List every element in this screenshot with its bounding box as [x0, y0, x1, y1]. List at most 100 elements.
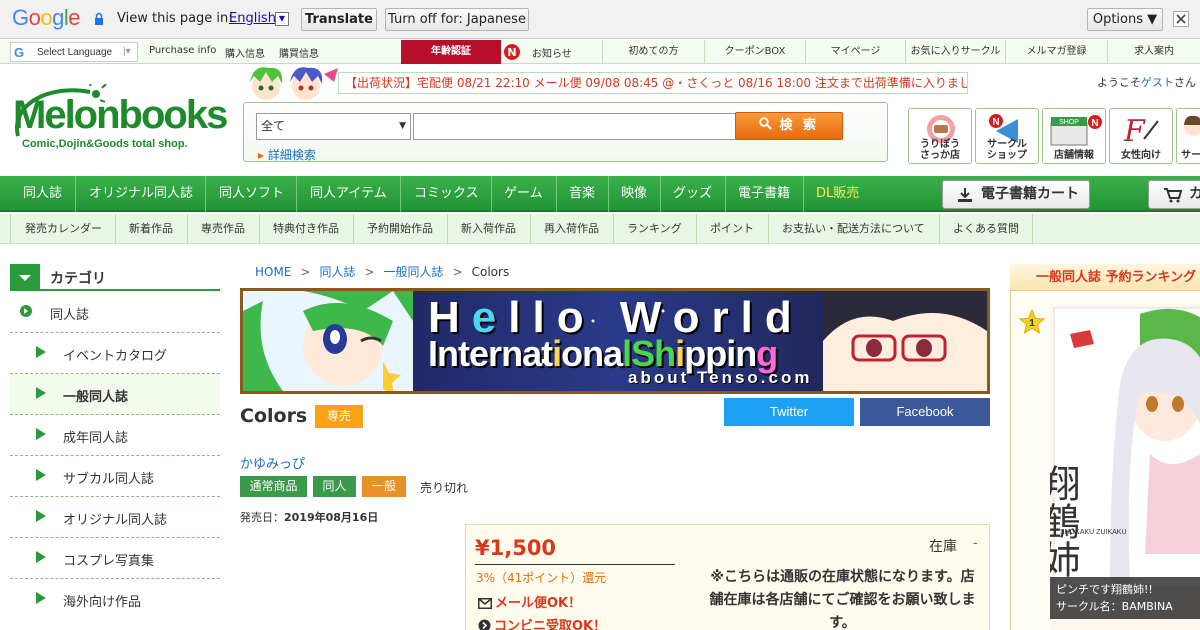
more-button[interactable]: サー	[1176, 108, 1200, 164]
nav-dl-sale[interactable]: DL販売	[803, 176, 873, 212]
price-divider	[475, 564, 675, 565]
google-g-icon: G	[14, 45, 25, 60]
ranking-item-title: ピンチです翔鶴姉!!	[1056, 583, 1153, 596]
mail-ok-text: メール便OK！	[478, 592, 581, 611]
guest-link[interactable]: ゲスト	[1141, 76, 1174, 89]
language-dropdown-icon[interactable]: ▼	[275, 12, 289, 26]
new-badge: N	[503, 43, 521, 61]
search-category-select[interactable]: 全て ▼	[256, 113, 411, 140]
translate-bar: Google View this page in: English ▼ Tran…	[0, 0, 1200, 39]
stock-value: -	[973, 536, 978, 551]
subnav-restock[interactable]: 再入荷作品	[530, 214, 599, 244]
subnav-faq[interactable]: よくある質問	[939, 214, 1019, 244]
category-header[interactable]: カテゴリ	[10, 264, 220, 291]
language-link[interactable]: English	[229, 11, 276, 26]
banner-about-text: about Tenso.com	[628, 368, 813, 387]
cart-icon	[1164, 188, 1183, 203]
turn-off-button[interactable]: Turn off for: Japanese	[385, 8, 529, 31]
category-item-cosplay[interactable]: コスプレ写真集	[10, 538, 220, 579]
circle-shop-button[interactable]: N サークル ショップ	[975, 108, 1039, 164]
category-item-subculture[interactable]: サブカル同人誌	[10, 456, 220, 497]
subnav-payment-shipping[interactable]: お支払い・配送方法について	[768, 214, 925, 244]
nav-original-doujinshi[interactable]: オリジナル同人誌	[75, 176, 205, 212]
breadcrumb: HOME > 同人誌 > 一般同人誌 > Colors	[255, 265, 510, 279]
search-input[interactable]	[413, 113, 736, 140]
nav-music[interactable]: 音楽	[556, 176, 608, 212]
nav-doujinshi[interactable]: 同人誌	[10, 176, 75, 212]
chevron-down-icon: ▼	[399, 121, 406, 131]
subnav-new-works[interactable]: 新着作品	[115, 214, 173, 244]
ebook-cart-button[interactable]: 電子書籍カート	[942, 180, 1090, 209]
chevron-down-icon: |▾	[123, 46, 131, 57]
subnav-ranking[interactable]: ランキング	[613, 214, 682, 244]
close-icon[interactable]	[1173, 11, 1189, 27]
select-language-dropdown[interactable]: G Select Language |▾	[10, 42, 138, 62]
coupon-box-link[interactable]: クーポンBOX	[704, 40, 805, 64]
my-page-link[interactable]: マイページ	[805, 40, 905, 64]
subnav-points[interactable]: ポイント	[696, 214, 754, 244]
facebook-share-button[interactable]: Facebook	[860, 398, 990, 426]
nav-doujin-item[interactable]: 同人アイテム	[296, 176, 400, 212]
subnav-bonus[interactable]: 特典付き作品	[259, 214, 339, 244]
nav-game[interactable]: ゲーム	[491, 176, 556, 212]
arrow-circle-icon	[478, 619, 491, 630]
age-verify-button[interactable]: 年齢認証	[401, 40, 501, 64]
triangle-right-icon	[36, 551, 46, 563]
purchase-info-link[interactable]: Purchase info	[149, 45, 216, 56]
female-oriented-button[interactable]: F 女性向け	[1109, 108, 1173, 164]
uribou-shop-button[interactable]: うりぼう さっか店	[908, 108, 972, 164]
tag-normal-item[interactable]: 通常商品	[240, 476, 307, 497]
category-item-overseas[interactable]: 海外向け作品	[10, 579, 220, 620]
breadcrumb-general[interactable]: 一般同人誌	[384, 265, 444, 279]
nav-comics[interactable]: コミックス	[400, 176, 491, 212]
nav-goods[interactable]: グッズ	[660, 176, 725, 212]
circle-name-link[interactable]: かゆみっぴ	[240, 453, 305, 472]
favorite-circle-link[interactable]: お気に入りサークル	[905, 40, 1005, 64]
subnav-calendar[interactable]: 発売カレンダー	[10, 214, 102, 244]
nav-doujin-soft[interactable]: 同人ソフト	[205, 176, 296, 212]
rank-star-icon: 1	[1019, 309, 1045, 335]
nav-ebook[interactable]: 電子書籍	[725, 176, 803, 212]
nav-video[interactable]: 映像	[608, 176, 660, 212]
translate-button[interactable]: Translate	[301, 8, 377, 31]
search-icon	[759, 117, 772, 130]
twitter-share-button[interactable]: Twitter	[724, 398, 854, 426]
breadcrumb-doujinshi[interactable]: 同人誌	[319, 265, 355, 279]
jobs-link[interactable]: 求人案内	[1107, 40, 1200, 64]
product-title: Colors	[240, 405, 308, 427]
tag-doujin[interactable]: 同人	[313, 476, 356, 497]
subnav-new-arrival[interactable]: 新入荷作品	[447, 214, 516, 244]
cart-button[interactable]: カ	[1148, 180, 1200, 209]
category-item-original[interactable]: オリジナル同人誌	[10, 497, 220, 538]
international-shipping-banner[interactable]: Hello World InternationalShipping about …	[240, 288, 990, 394]
ranking-caption[interactable]: ピンチです翔鶴姉!! サークル名：BAMBINA	[1050, 577, 1200, 619]
store-info-icon: SHOP N	[1050, 115, 1102, 146]
store-info-button[interactable]: SHOP N 店舗情報	[1042, 108, 1106, 164]
svg-text:SHOP: SHOP	[1059, 119, 1079, 126]
breadcrumb-home[interactable]: HOME	[255, 265, 291, 279]
tag-general[interactable]: 一般	[362, 476, 406, 497]
subnav-exclusive[interactable]: 専売作品	[187, 214, 245, 244]
category-item-event-catalog[interactable]: イベントカタログ	[10, 333, 220, 374]
first-time-link[interactable]: 初めての方	[602, 40, 704, 64]
breadcrumb-current: Colors	[471, 265, 510, 279]
ranking-title[interactable]: 一般同人誌 予約ランキング	[1010, 264, 1200, 291]
category-item-general-doujinshi[interactable]: 一般同人誌	[10, 374, 220, 415]
ranking-item-circle: サークル名：BAMBINA	[1056, 600, 1173, 613]
sold-out-status: 売り切れ	[420, 481, 469, 495]
notice-link[interactable]: お知らせ	[532, 45, 572, 60]
release-date: 発売日：2019年08月16日	[240, 511, 379, 524]
options-button[interactable]: Options ▼	[1087, 8, 1163, 31]
subnav-preorder-start[interactable]: 予約開始作品	[353, 214, 433, 244]
category-item-doujinshi[interactable]: 同人誌	[10, 292, 220, 333]
search-button[interactable]: 検 索	[735, 112, 843, 140]
exclusive-badge: 専売	[315, 405, 363, 428]
purchase-info-jp-link[interactable]: 購入信息	[225, 45, 265, 60]
chevron-down-icon	[10, 264, 40, 290]
logo-wordmark[interactable]: Melonbooks	[13, 93, 228, 138]
top-strip: G Select Language |▾ Purchase info 購入信息 …	[0, 40, 1200, 64]
newsletter-link[interactable]: メルマガ登録	[1005, 40, 1107, 64]
purchase-info-jp2-link[interactable]: 購買信息	[279, 45, 319, 60]
category-item-adult-doujinshi[interactable]: 成年同人誌	[10, 415, 220, 456]
advanced-search-link[interactable]: ▸ 詳細検索	[258, 146, 316, 163]
